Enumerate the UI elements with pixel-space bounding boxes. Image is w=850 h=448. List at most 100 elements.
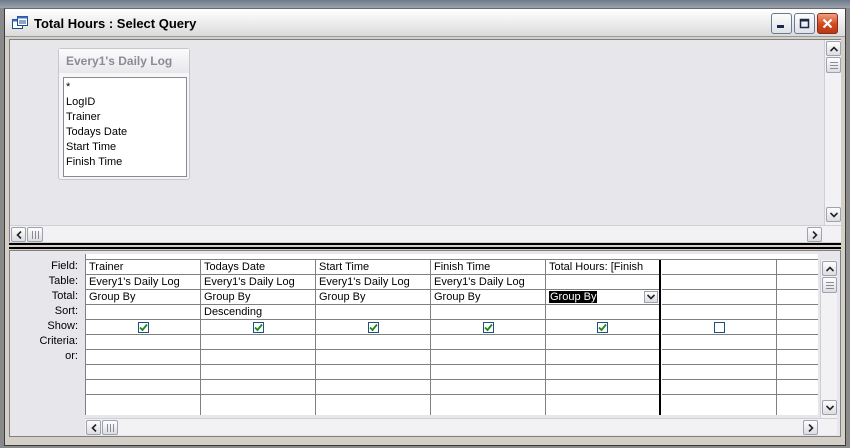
- sort-cell[interactable]: [662, 305, 776, 320]
- field-cell[interactable]: Total Hours: [Finish: [546, 260, 659, 275]
- field-list-item-start-time[interactable]: Start Time: [66, 140, 186, 155]
- show-cell[interactable]: [316, 320, 430, 335]
- total-dropdown[interactable]: Group By: [546, 290, 659, 305]
- grid-column-selected[interactable]: Total Hours: [Finish Group By: [546, 260, 661, 415]
- scroll-thumb[interactable]: [826, 57, 841, 73]
- total-cell[interactable]: [777, 290, 818, 305]
- or-cell[interactable]: [777, 350, 818, 365]
- grid-column[interactable]: [777, 260, 818, 415]
- scroll-thumb[interactable]: [102, 420, 118, 435]
- total-cell[interactable]: Group By: [86, 290, 200, 305]
- empty-cell[interactable]: [662, 380, 776, 395]
- table-cell[interactable]: Every1's Daily Log: [431, 275, 545, 290]
- field-cell[interactable]: Finish Time: [431, 260, 545, 275]
- show-checkbox[interactable]: [597, 321, 608, 333]
- criteria-cell[interactable]: [662, 335, 776, 350]
- table-cell[interactable]: [777, 275, 818, 290]
- scroll-left-button[interactable]: [11, 227, 26, 242]
- show-cell[interactable]: [777, 320, 818, 335]
- criteria-cell[interactable]: [777, 335, 818, 350]
- criteria-cell[interactable]: [86, 335, 200, 350]
- empty-cell[interactable]: [777, 380, 818, 395]
- grid-column[interactable]: [662, 260, 777, 415]
- criteria-cell[interactable]: [431, 335, 545, 350]
- field-list-item-finish-time[interactable]: Finish Time: [66, 155, 186, 170]
- sort-cell[interactable]: Descending: [201, 305, 315, 320]
- table-cell[interactable]: [546, 275, 659, 290]
- grid-column[interactable]: Start Time Every1's Daily Log Group By: [316, 260, 431, 415]
- table-pane-vscrollbar[interactable]: [824, 40, 841, 225]
- empty-cell[interactable]: [431, 380, 545, 395]
- field-list-item-trainer[interactable]: Trainer: [66, 110, 186, 125]
- scroll-right-button[interactable]: [807, 227, 822, 242]
- show-cell[interactable]: [201, 320, 315, 335]
- scroll-up-button[interactable]: [826, 41, 841, 56]
- show-checkbox[interactable]: [482, 321, 494, 333]
- or-cell[interactable]: [431, 350, 545, 365]
- empty-cell[interactable]: [431, 365, 545, 380]
- total-cell[interactable]: [662, 290, 776, 305]
- or-cell[interactable]: [662, 350, 776, 365]
- empty-cell[interactable]: [201, 380, 315, 395]
- show-cell[interactable]: [662, 320, 776, 335]
- empty-cell[interactable]: [316, 365, 430, 380]
- grid-column[interactable]: Trainer Every1's Daily Log Group By: [86, 260, 201, 415]
- field-cell[interactable]: [662, 260, 776, 275]
- scroll-up-button[interactable]: [822, 261, 837, 276]
- empty-cell[interactable]: [662, 365, 776, 380]
- dropdown-button[interactable]: [644, 291, 658, 303]
- scroll-right-button[interactable]: [803, 420, 818, 435]
- field-cell[interactable]: Todays Date: [201, 260, 315, 275]
- field-list-title[interactable]: Every1's Daily Log: [59, 49, 189, 73]
- title-bar[interactable]: Total Hours : Select Query: [5, 9, 845, 37]
- sort-cell[interactable]: [777, 305, 818, 320]
- field-cell[interactable]: Start Time: [316, 260, 430, 275]
- or-cell[interactable]: [86, 350, 200, 365]
- or-cell[interactable]: [201, 350, 315, 365]
- empty-cell[interactable]: [546, 365, 659, 380]
- field-list-item-todays-date[interactable]: Todays Date: [66, 125, 186, 140]
- sort-cell[interactable]: [86, 305, 200, 320]
- criteria-cell[interactable]: [201, 335, 315, 350]
- scroll-thumb[interactable]: [822, 277, 837, 293]
- empty-cell[interactable]: [201, 365, 315, 380]
- grid-hscrollbar[interactable]: [85, 418, 837, 435]
- grid-vscrollbar[interactable]: [820, 260, 837, 418]
- show-cell[interactable]: [546, 320, 659, 335]
- grid-column[interactable]: Todays Date Every1's Daily Log Group By …: [201, 260, 316, 415]
- empty-cell[interactable]: [316, 380, 430, 395]
- show-checkbox[interactable]: [137, 321, 149, 333]
- show-checkbox[interactable]: [367, 321, 379, 333]
- field-cell[interactable]: Trainer: [86, 260, 200, 275]
- design-grid-pane[interactable]: Field: Table: Total: Sort: Show: Criteri…: [9, 250, 841, 437]
- query-design-grid[interactable]: Trainer Every1's Daily Log Group By Toda…: [85, 254, 818, 415]
- or-cell[interactable]: [316, 350, 430, 365]
- field-list-window[interactable]: Every1's Daily Log * LogID Trainer Today…: [58, 48, 190, 180]
- total-cell[interactable]: Group By: [431, 290, 545, 305]
- scroll-down-button[interactable]: [826, 207, 841, 222]
- maximize-button[interactable]: [794, 13, 815, 34]
- empty-cell[interactable]: [86, 365, 200, 380]
- scroll-thumb[interactable]: [27, 227, 43, 242]
- sort-cell[interactable]: [316, 305, 430, 320]
- field-list-box[interactable]: * LogID Trainer Todays Date Start Time F…: [63, 77, 187, 177]
- show-cell[interactable]: [86, 320, 200, 335]
- close-button[interactable]: [817, 13, 838, 34]
- field-list-item-all[interactable]: *: [66, 80, 186, 95]
- sort-cell[interactable]: [431, 305, 545, 320]
- table-pane-hscrollbar[interactable]: [10, 225, 841, 242]
- empty-cell[interactable]: [86, 380, 200, 395]
- field-list-item-logid[interactable]: LogID: [66, 95, 186, 110]
- table-cell[interactable]: Every1's Daily Log: [316, 275, 430, 290]
- total-cell[interactable]: Group By: [316, 290, 430, 305]
- show-checkbox[interactable]: [252, 321, 264, 333]
- show-checkbox[interactable]: [713, 321, 725, 333]
- minimize-button[interactable]: [771, 13, 792, 34]
- criteria-cell[interactable]: [316, 335, 430, 350]
- scroll-left-button[interactable]: [86, 420, 101, 435]
- field-cell[interactable]: [777, 260, 818, 275]
- pane-splitter[interactable]: [9, 243, 841, 249]
- table-cell[interactable]: [662, 275, 776, 290]
- table-pane[interactable]: Every1's Daily Log * LogID Trainer Today…: [9, 39, 841, 242]
- scroll-down-button[interactable]: [822, 400, 837, 415]
